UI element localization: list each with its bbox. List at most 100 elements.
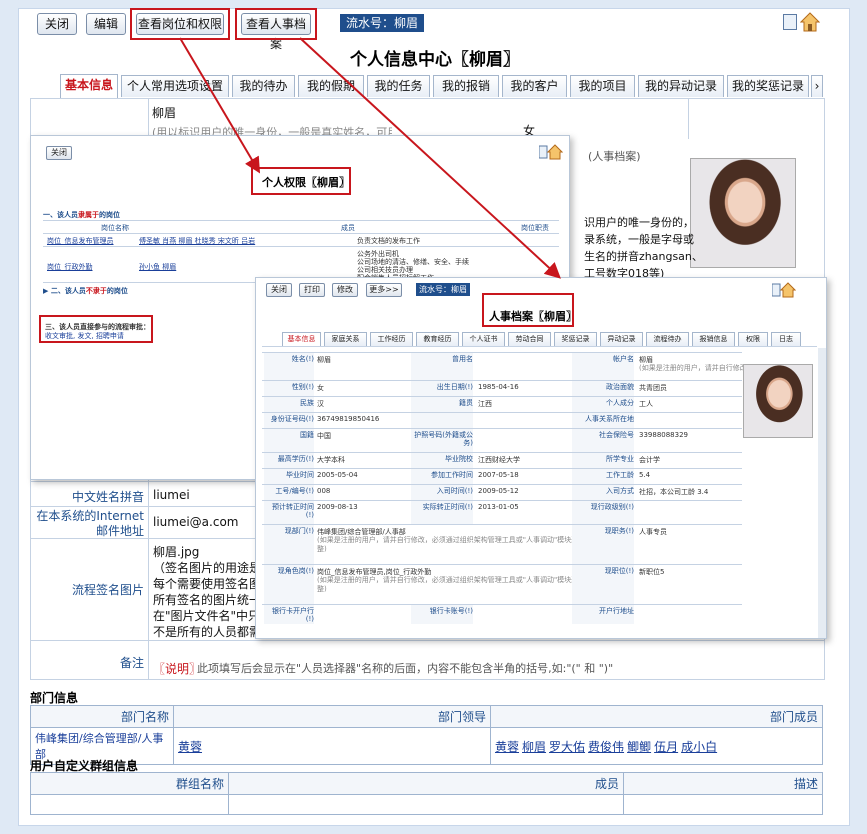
field-label: 实际转正时间(!) xyxy=(422,503,473,511)
row-divider xyxy=(262,500,742,501)
popup-close-button[interactable]: 关闭 xyxy=(266,283,292,297)
tab-reward-records[interactable]: 我的奖惩记录 xyxy=(727,75,809,97)
hr-tab[interactable]: 基本信息 xyxy=(282,332,321,346)
member-link[interactable]: 罗大佑 xyxy=(549,740,585,754)
field-label: 入司方式 xyxy=(606,487,634,495)
field-label: 现行政级别(!) xyxy=(590,503,634,511)
modify-button[interactable]: 修改 xyxy=(332,283,358,297)
tab-scroll-right[interactable]: › xyxy=(811,75,823,97)
home-icon[interactable] xyxy=(771,282,797,298)
page-title: 个人信息中心〖柳眉〗 xyxy=(350,50,520,70)
tab-projects[interactable]: 我的项目 xyxy=(570,75,635,97)
field-value: 工人 xyxy=(639,400,653,408)
hr-tab[interactable]: 权限 xyxy=(738,332,768,346)
hr-tab[interactable]: 工作经历 xyxy=(370,332,413,346)
hr-tab[interactable]: 劳动合同 xyxy=(508,332,551,346)
hr-photo xyxy=(743,364,813,438)
tab-basic-info[interactable]: 基本信息 xyxy=(60,74,118,98)
tab-todo[interactable]: 我的待办 xyxy=(232,75,295,97)
field-value: 2013-01-05 xyxy=(478,503,519,511)
export-icon[interactable] xyxy=(783,14,797,30)
row-divider xyxy=(262,564,742,565)
field-label: 毕业时间 xyxy=(286,471,314,479)
hr-tab[interactable]: 流程待办 xyxy=(646,332,689,346)
field-value: 江西 xyxy=(478,400,492,408)
sign-label: 流程签名图片 xyxy=(71,583,144,597)
close-button[interactable]: 关闭 xyxy=(37,13,77,35)
serial-badge: 流水号：柳眉 xyxy=(340,14,425,32)
more-button[interactable]: 更多>> xyxy=(366,283,402,297)
leader-link[interactable]: 黄蓉 xyxy=(178,740,202,754)
member-links[interactable]: 孙小鱼 柳眉 xyxy=(139,262,176,272)
field-label: 现职务(!) xyxy=(604,527,634,535)
field-label: 入司时间(!) xyxy=(436,487,473,495)
role-link[interactable]: 岗位_行政外勤 xyxy=(47,262,93,272)
field-label: 预计转正时间(!) xyxy=(272,503,314,519)
tab-vacation[interactable]: 我的假期 xyxy=(298,75,364,97)
col-header: 部门领导 xyxy=(173,705,491,728)
field-label: 护照号码(外籍或公务) xyxy=(414,431,473,447)
row-divider xyxy=(262,380,742,381)
field-value: 女 xyxy=(317,384,324,392)
tab-common-options[interactable]: 个人常用选项设置 xyxy=(121,75,229,97)
pinyin-value: liumei xyxy=(153,488,190,502)
field-value: 人事专员 xyxy=(639,528,667,536)
col-header: 部门成员 xyxy=(490,705,823,728)
tab-transfer-records[interactable]: 我的异动记录 xyxy=(638,75,724,97)
field-value: 33988088329 xyxy=(639,431,688,439)
table-row xyxy=(30,794,823,815)
field-value: 2009-08-13 xyxy=(317,503,358,511)
hr-tab[interactable]: 日志 xyxy=(771,332,801,346)
hr-tab[interactable]: 教育经历 xyxy=(416,332,459,346)
hr-tab[interactable]: 异动记录 xyxy=(600,332,643,346)
tab-tasks[interactable]: 我的任务 xyxy=(367,75,430,97)
name-value: 柳眉 xyxy=(152,106,177,120)
remark-label: 备注 xyxy=(119,656,144,670)
field-label: 籍贯 xyxy=(459,399,473,407)
field-label: 毕业院校 xyxy=(445,455,473,463)
table-row: 伟峰集团/综合管理部/人事部 黄蓉 黄蓉 柳眉 罗大佑 费俊伟 鲫鲫 伍月 成小白 xyxy=(30,727,823,765)
tab-customers[interactable]: 我的客户 xyxy=(502,75,567,97)
popup-close-button[interactable]: 关闭 xyxy=(46,146,72,160)
field-label: 工作工龄 xyxy=(606,471,634,479)
field-label: 社会保险号 xyxy=(599,431,634,439)
row-divider xyxy=(262,428,742,429)
field-label: 性别(!) xyxy=(291,383,314,391)
hr-archive-popup: 关闭 打印 修改 更多>> 流水号：柳眉 人事档案〖柳眉〗 基本信息 家庭关系 … xyxy=(255,277,827,639)
hr-tab[interactable]: 奖惩记录 xyxy=(554,332,597,346)
member-link[interactable]: 成小白 xyxy=(681,740,717,754)
user-photo xyxy=(690,158,796,268)
home-icon[interactable] xyxy=(799,12,821,32)
row-divider xyxy=(262,604,742,605)
hr-tab[interactable]: 报销信息 xyxy=(692,332,735,346)
role-link[interactable]: 岗位_信息发布管理员 xyxy=(47,236,114,246)
member-link[interactable]: 伍月 xyxy=(654,740,678,754)
member-links[interactable]: 傅圣敏 肖燕 柳眉 杜晓秀 宋文昕 吕岩 xyxy=(139,236,255,246)
home-icon[interactable] xyxy=(538,144,564,160)
col-header: 群组名称 xyxy=(30,772,229,795)
highlight-box xyxy=(251,167,351,195)
field-hint: (如果是注册的用户，请并自行修改，必须通过组织架构管理工具或"人事调动"模块进行… xyxy=(317,536,593,553)
scrollbar[interactable] xyxy=(818,348,826,638)
sign-hint: （签名图片的用途是 xyxy=(153,561,262,575)
field-label: 所学专业 xyxy=(606,455,634,463)
field-label: 政治面貌 xyxy=(606,383,634,391)
field-label: 出生日期(!) xyxy=(436,383,473,391)
pinyin-label: 中文姓名拼音 xyxy=(71,490,144,504)
edit-button[interactable]: 编辑 xyxy=(86,13,126,35)
remark-note: 此项填写后会显示在"人员选择器"名称的后面，内容不能包含半角的括号,如:"(" … xyxy=(197,662,614,675)
field-value: 社招，本公司工龄 3.4 xyxy=(639,488,709,496)
field-value: 1985-04-16 xyxy=(478,383,519,391)
field-label-cell xyxy=(411,413,473,428)
tab-expense[interactable]: 我的报销 xyxy=(433,75,499,97)
member-link[interactable]: 柳眉 xyxy=(522,740,546,754)
duty-text: 负责文档的发布工作 xyxy=(357,237,420,245)
print-button[interactable]: 打印 xyxy=(299,283,325,297)
member-link[interactable]: 费俊伟 xyxy=(588,740,624,754)
field-label: 身份证号码(!) xyxy=(270,415,314,423)
hr-tab[interactable]: 家庭关系 xyxy=(324,332,367,346)
hr-tab[interactable]: 个人证书 xyxy=(462,332,505,346)
row-divider xyxy=(262,524,742,525)
member-link[interactable]: 黄蓉 xyxy=(495,740,519,754)
member-link[interactable]: 鲫鲫 xyxy=(627,740,651,754)
